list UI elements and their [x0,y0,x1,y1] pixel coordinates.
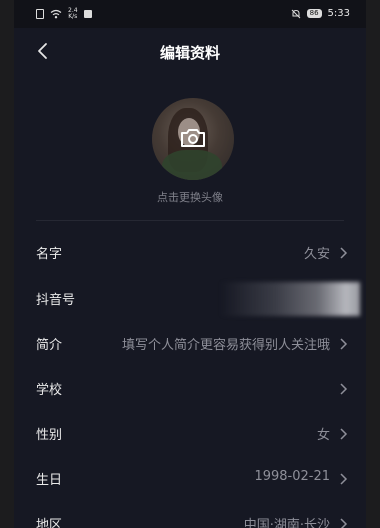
chevron-right-icon [338,426,348,440]
sim-card-icon [36,9,44,19]
wifi-icon [50,9,62,19]
status-bar-left: 2.4 K/s [36,8,92,20]
row-value: 中国·湖南·长沙 [243,518,330,528]
chevron-right-icon [338,381,348,395]
network-speed: 2.4 K/s [68,8,78,20]
row-region[interactable]: 地区 中国·湖南·长沙 [14,500,366,528]
row-value: 久安 [303,247,330,262]
phone-frame: 2.4 K/s 86 5:33 编辑资料 点击更换头像 名字 久安 抖音号 简介… [0,0,380,528]
phone-bezel-right [366,0,380,528]
row-bio[interactable]: 简介 填写个人简介更容易获得别人关注哦 [14,320,366,365]
status-bar-right: 86 5:33 [291,8,350,19]
status-bar: 2.4 K/s 86 5:33 [14,0,366,28]
divider [36,220,344,221]
row-label: 地区 [36,518,63,528]
row-label: 学校 [36,383,63,398]
row-gender[interactable]: 性别 女 [14,410,366,455]
row-birthday[interactable]: 生日 1998-02-21 [14,455,366,500]
page-title: 编辑资料 [159,44,220,62]
change-avatar-label[interactable]: 点击更换头像 [14,189,366,205]
mute-bell-icon [291,9,301,19]
row-value: 填写个人简介更容易获得别人关注哦 [121,338,330,353]
avatar[interactable] [152,98,234,180]
row-name[interactable]: 名字 久安 [14,229,366,274]
status-time: 5:33 [327,8,350,19]
camera-icon [179,126,207,150]
header: 编辑资料 [14,28,366,74]
battery-indicator: 86 [306,9,322,18]
screen: 2.4 K/s 86 5:33 编辑资料 点击更换头像 名字 久安 抖音号 简介… [14,0,366,528]
redacted-id-blur [220,282,360,316]
chevron-right-icon [338,245,348,259]
row-label: 生日 [36,473,63,488]
network-speed-unit: K/s [68,13,78,20]
chevron-right-icon [338,336,348,350]
row-value: 女 [316,428,330,443]
row-value: 1998-02-21 [254,469,330,484]
row-label: 性别 [36,428,63,443]
row-label: 名字 [36,247,63,262]
chevron-right-icon [338,471,348,485]
notification-square-icon [83,10,92,18]
row-school[interactable]: 学校 [14,365,366,410]
phone-bezel-left [0,0,14,528]
row-label: 简介 [36,338,63,353]
row-label: 抖音号 [36,293,76,308]
chevron-right-icon [338,516,348,528]
